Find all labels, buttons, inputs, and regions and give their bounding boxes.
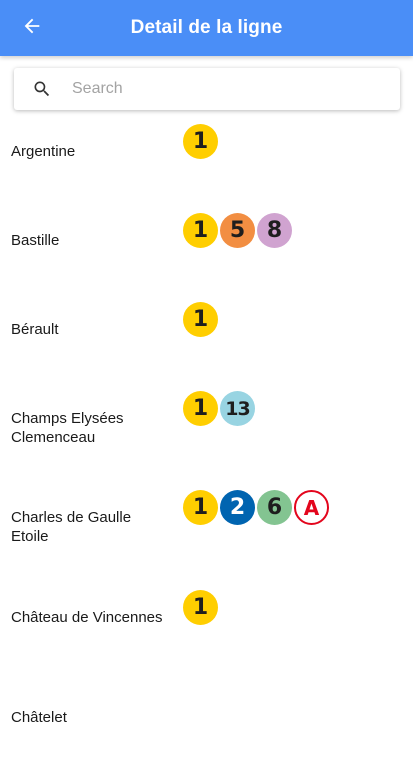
app-bar: Detail de la ligne — [0, 0, 413, 56]
line-badge-1[interactable]: 1 — [183, 302, 218, 337]
page-title: Detail de la ligne — [130, 17, 283, 38]
station-name: Argentine — [11, 143, 76, 160]
search-icon — [14, 79, 70, 99]
line-badge-1[interactable]: 1 — [183, 391, 218, 426]
line-badge-1[interactable]: 1 — [183, 124, 218, 159]
line-badges: 1 — [183, 590, 218, 625]
line-badges: 158 — [183, 213, 292, 248]
station-row[interactable]: Châtelet — [0, 684, 413, 773]
station-name: Bérault — [11, 321, 59, 338]
line-badge-6[interactable]: 6 — [257, 490, 292, 525]
station-name: Bastille — [11, 232, 60, 249]
line-badge-13[interactable]: 13 — [220, 391, 255, 426]
station-name: Charles de Gaulle Etoile — [11, 509, 132, 545]
line-badge-2[interactable]: 2 — [220, 490, 255, 525]
station-name: Champs Elysées Clemenceau — [11, 410, 124, 446]
line-badge-a[interactable]: A — [294, 490, 329, 525]
line-badge-1[interactable]: 1 — [183, 213, 218, 248]
station-row[interactable]: Château de Vincennes 1 — [0, 584, 413, 684]
station-row[interactable]: Bérault 1 — [0, 296, 413, 385]
station-row[interactable]: Argentine 1 — [0, 118, 413, 207]
line-badges: 1 — [183, 124, 218, 159]
search-bar[interactable] — [14, 68, 400, 110]
line-badge-1[interactable]: 1 — [183, 590, 218, 625]
search-input[interactable] — [70, 79, 400, 99]
back-button[interactable] — [18, 14, 46, 42]
line-badges: 126A — [183, 490, 329, 525]
line-badges: 1 — [183, 302, 218, 337]
line-badges: 1 13 — [183, 391, 255, 426]
station-name: Châtelet — [11, 709, 67, 726]
station-row[interactable]: Bastille 1 5 8 — [0, 207, 413, 296]
line-badge-5[interactable]: 5 — [220, 213, 255, 248]
line-badge-1[interactable]: 1 — [183, 490, 218, 525]
station-name: Château de Vincennes — [11, 609, 163, 626]
station-row[interactable]: Champs Elysées Clemenceau 1 13 — [0, 385, 413, 484]
line-badge-8[interactable]: 8 — [257, 213, 292, 248]
arrow-left-icon — [21, 15, 43, 42]
station-list: Argentine 1 Bastille 1 5 8 Bérault 1 Champs Elys… — [0, 118, 413, 773]
station-row[interactable]: Charles de Gaulle Etoile 1 2 6 A — [0, 484, 413, 584]
